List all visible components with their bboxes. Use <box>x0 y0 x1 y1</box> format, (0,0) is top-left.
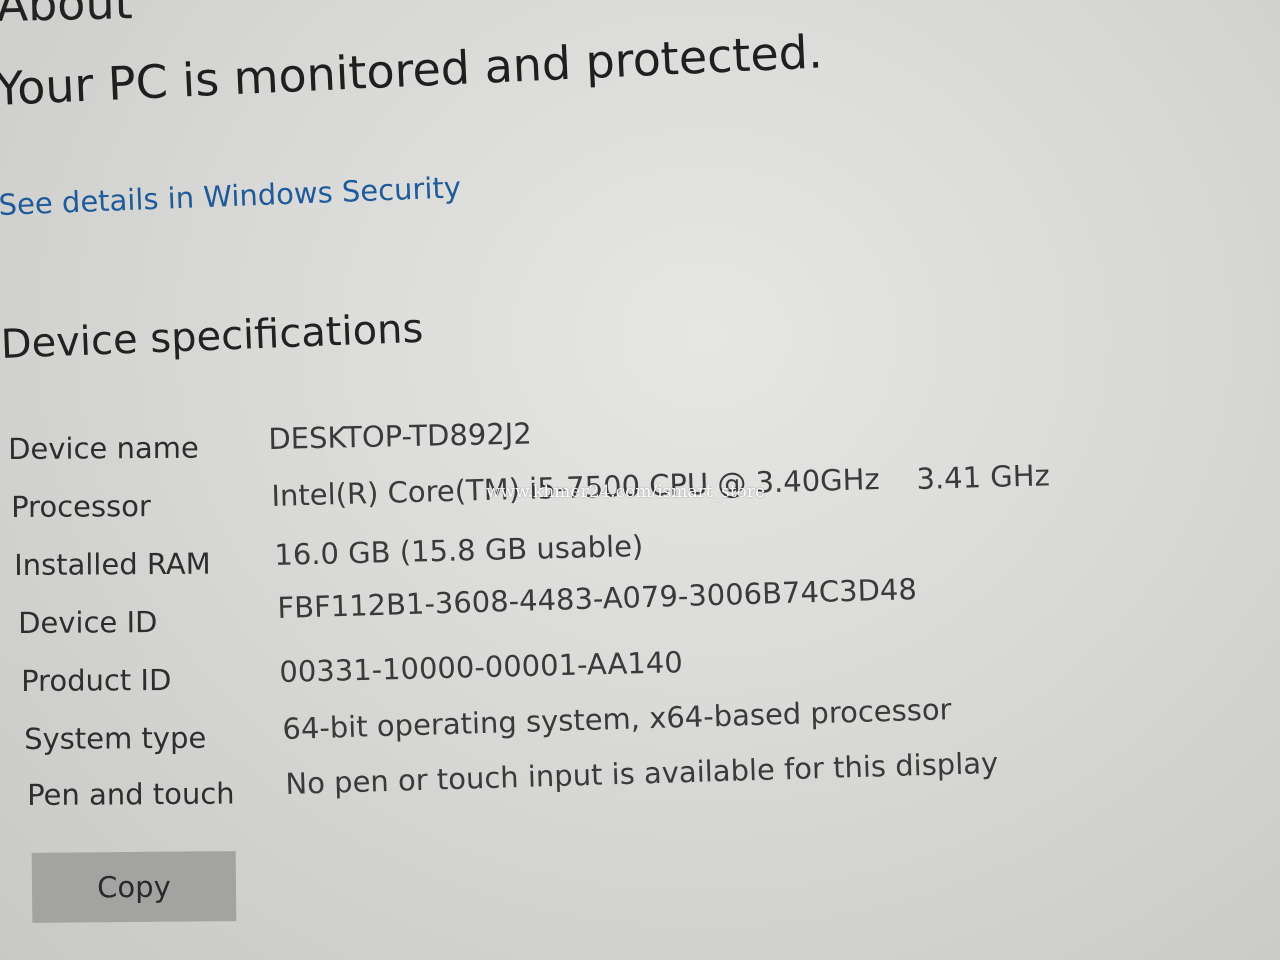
spec-label-installed-ram: Installed RAM <box>14 546 211 582</box>
spec-value-device-id: FBF112B1-3608-4483-A079-3006B74C3D48 <box>277 572 918 625</box>
copy-button[interactable]: Copy <box>31 851 237 923</box>
protection-status-headline: Your PC is monitored and protected. <box>0 24 824 116</box>
spec-label-device-id: Device ID <box>18 605 158 640</box>
spec-label-pen-and-touch: Pen and touch <box>27 776 235 812</box>
spec-value-pen-and-touch: No pen or touch input is available for t… <box>285 745 999 801</box>
spec-label-product-id: Product ID <box>21 662 172 698</box>
watermark-text: www.khmer24.com/ismart_store <box>486 482 766 502</box>
windows-security-link[interactable]: See details in Windows Security <box>0 170 462 222</box>
spec-value-processor-speed: 3.41 GHz <box>916 458 1051 496</box>
spec-label-device-name: Device name <box>8 430 199 466</box>
spec-value-system-type: 64-bit operating system, x64-based proce… <box>282 692 952 746</box>
spec-label-system-type: System type <box>24 720 207 756</box>
device-specifications-heading: Device specifications <box>0 305 425 368</box>
spec-value-installed-ram: 16.0 GB (15.8 GB usable) <box>274 528 644 572</box>
spec-label-processor: Processor <box>11 489 151 524</box>
page-title: About <box>0 0 134 32</box>
spec-value-product-id: 00331-10000-00001-AA140 <box>279 645 684 689</box>
spec-value-device-name: DESKTOP-TD892J2 <box>268 416 533 456</box>
